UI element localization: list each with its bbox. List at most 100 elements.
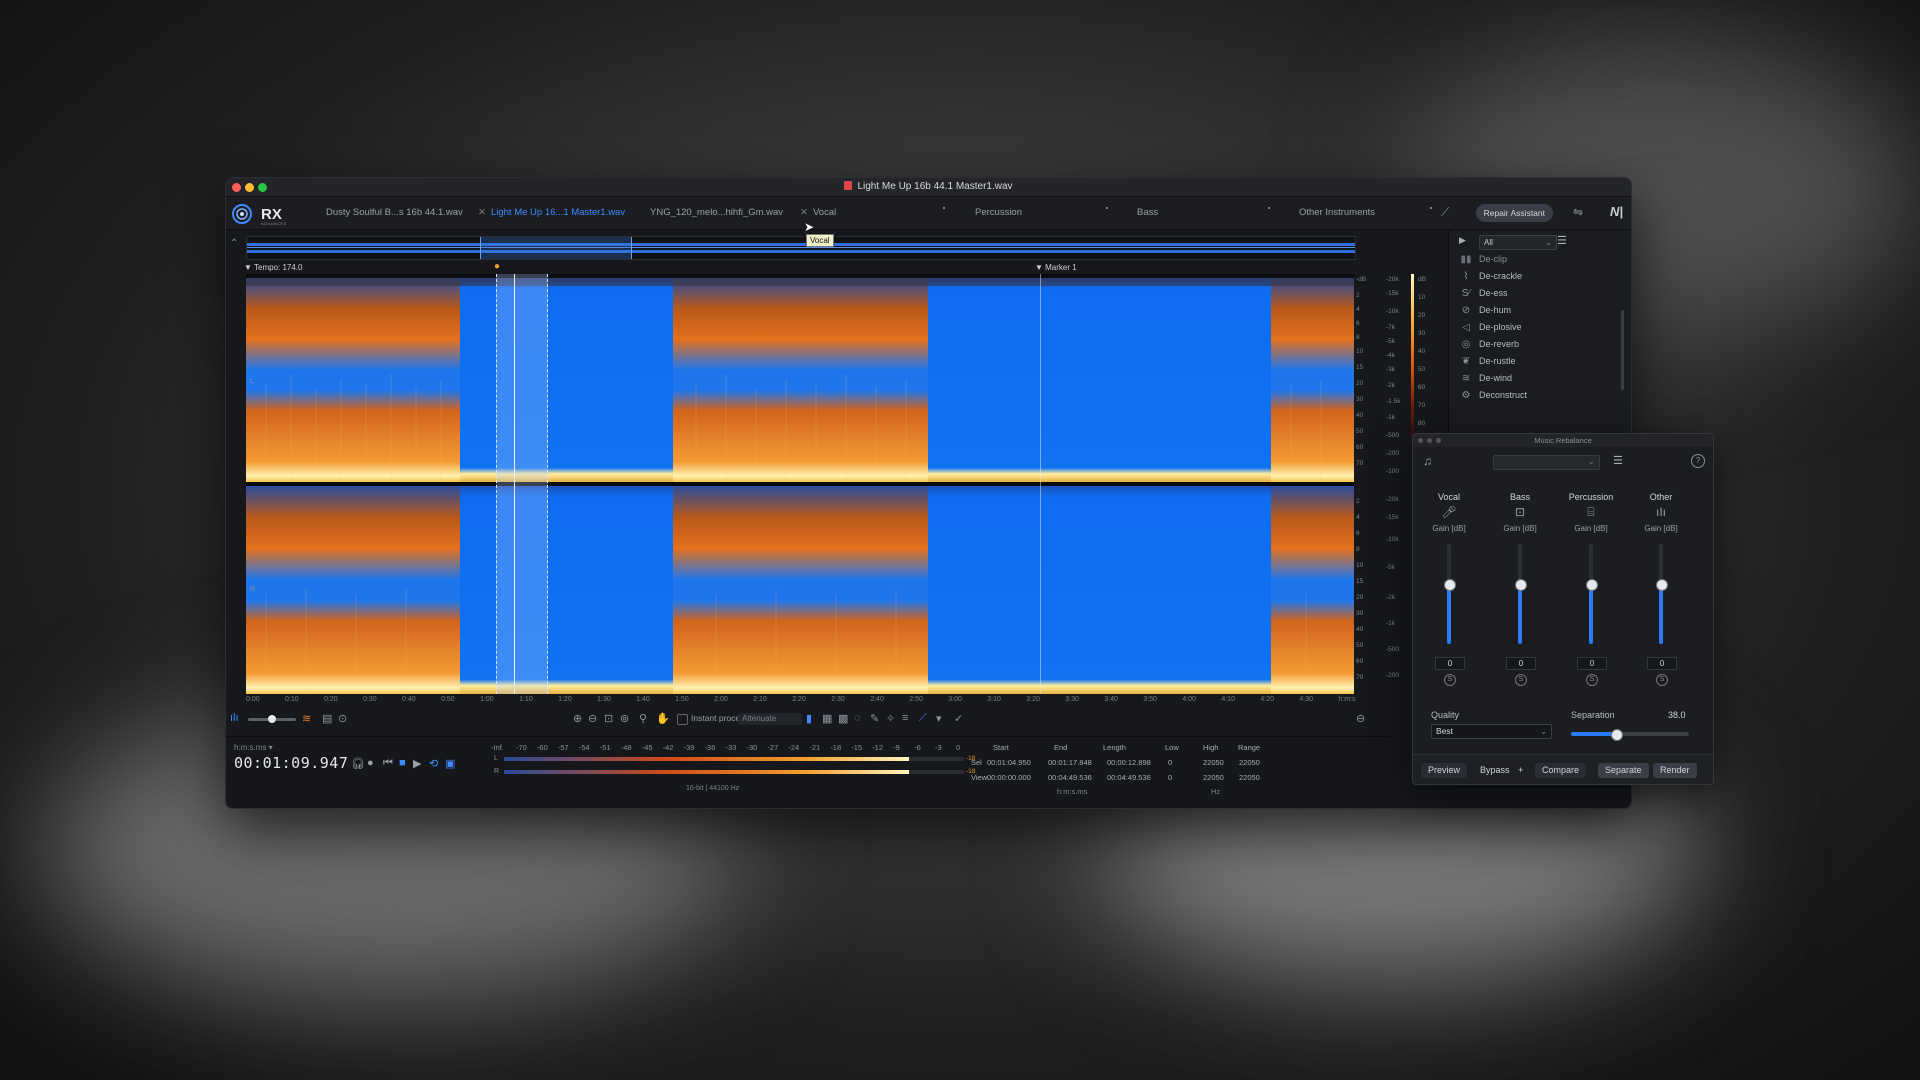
module-de-ess[interactable]: S⁄ De-ess xyxy=(1459,288,1508,299)
history-icon[interactable]: ⊙ xyxy=(338,712,347,725)
sel-high-field[interactable]: 22050 xyxy=(1203,758,1224,767)
collapse-overview-icon[interactable]: ⌃ xyxy=(230,238,238,249)
module-deconstruct[interactable]: ⚙ Deconstruct xyxy=(1459,390,1528,401)
percussion-gain-value[interactable]: 0 xyxy=(1577,657,1607,670)
zoom-selection-icon[interactable]: ⊡ xyxy=(604,712,613,725)
magic-wand-tool-icon[interactable]: ✧ xyxy=(886,712,895,725)
find-similar-tool-icon[interactable]: ⟋ xyxy=(919,712,927,725)
pencil-tool-icon[interactable]: ✓ xyxy=(954,712,963,725)
spectrogram-display[interactable]: L R xyxy=(246,274,1354,694)
sel-range-field[interactable]: 22050 xyxy=(1239,758,1260,767)
sel-end-field[interactable]: 00:01:17.848 xyxy=(1048,758,1092,767)
percussion-gain-fader[interactable] xyxy=(1586,544,1598,644)
selection-handle-icon[interactable]: ● xyxy=(494,261,500,272)
panel-zoom-button[interactable] xyxy=(1436,438,1441,443)
go-to-start-icon[interactable]: ⏮︎ xyxy=(383,757,393,770)
separation-slider[interactable] xyxy=(1571,729,1689,741)
zoom-reset-icon[interactable]: ⊖ xyxy=(1356,712,1365,725)
help-icon[interactable]: ? xyxy=(1691,454,1705,468)
instant-process-checkbox[interactable] xyxy=(677,714,688,725)
other-solo-icon[interactable]: S xyxy=(1656,674,1668,686)
module-list-scrollbar[interactable] xyxy=(1621,310,1624,390)
zoom-tool-icon[interactable]: ⚲ xyxy=(639,712,647,725)
marker-1[interactable]: ▼ Marker 1 xyxy=(1035,263,1077,272)
fader-knob[interactable] xyxy=(1515,579,1527,591)
module-menu-icon[interactable]: ☰ xyxy=(1557,234,1567,247)
tab-percussion[interactable]: Percussion xyxy=(975,207,1022,218)
time-selection[interactable] xyxy=(496,274,548,694)
brush-tool-icon[interactable]: ✎ xyxy=(870,712,879,725)
other-gain-fader[interactable] xyxy=(1656,544,1668,644)
quality-select[interactable]: Best ⌄ xyxy=(1431,724,1552,739)
frequency-selection-tool-icon[interactable]: ▦ xyxy=(822,712,832,725)
hand-tool-icon[interactable]: ✋ xyxy=(656,712,670,725)
fader-knob[interactable] xyxy=(1586,579,1598,591)
bass-gain-fader[interactable] xyxy=(1515,544,1527,644)
zoom-out-icon[interactable]: ⊖ xyxy=(588,712,597,725)
time-selection-tool-icon[interactable]: ▮ xyxy=(806,712,812,725)
vocal-gain-value[interactable]: 0 xyxy=(1435,657,1465,670)
view-high-field[interactable]: 22050 xyxy=(1203,773,1224,782)
view-blend-knob[interactable] xyxy=(268,715,276,723)
preset-select[interactable]: ⌄ xyxy=(1493,455,1600,470)
view-blend-slider[interactable] xyxy=(248,715,296,723)
compare-button[interactable]: Compare xyxy=(1535,763,1587,778)
preset-menu-icon[interactable]: ☰ xyxy=(1613,454,1623,467)
panel-close-button[interactable] xyxy=(1418,438,1423,443)
vocal-gain-fader[interactable] xyxy=(1444,544,1456,644)
play-selection-icon[interactable]: ▣ xyxy=(445,757,455,770)
signal-chain-icon[interactable]: ⇋ xyxy=(1573,205,1583,219)
loop-button-icon[interactable]: ⟲ xyxy=(429,757,438,770)
panel-minimize-button[interactable] xyxy=(1427,438,1432,443)
tab-yng-120[interactable]: YNG_120_melo...hihfi_Gm.wav xyxy=(650,207,783,218)
bypass-button[interactable]: Bypass xyxy=(1473,763,1517,778)
tab-dusty-soulful[interactable]: Dusty Soulful B...s 16b 44.1.wav xyxy=(326,207,463,218)
view-length-field[interactable]: 00:04:49.536 xyxy=(1107,773,1151,782)
harmonic-selection-tool-icon[interactable]: ≡ xyxy=(902,712,908,724)
module-filter-select[interactable]: All ⌄ xyxy=(1479,235,1557,250)
spectrogram-settings-icon[interactable]: ▤ xyxy=(322,712,332,725)
monitor-headphones-icon[interactable]: 🎧︎ xyxy=(351,757,365,770)
module-de-plosive[interactable]: ◁ De-plosive xyxy=(1459,322,1521,333)
add-to-chain-button[interactable]: + xyxy=(1515,763,1526,778)
render-button[interactable]: Render xyxy=(1653,763,1697,778)
tool-options-dropdown-icon[interactable]: ▾ xyxy=(936,712,942,725)
module-de-hum[interactable]: ⊘ De-hum xyxy=(1459,305,1511,316)
view-start-field[interactable]: 00:00:00.000 xyxy=(987,773,1031,782)
tab-vocal[interactable]: ✕ Vocal xyxy=(800,207,836,218)
zoom-all-icon[interactable]: ⊚ xyxy=(620,712,629,725)
playhead[interactable] xyxy=(514,274,515,694)
waveform-view-icon[interactable]: ılı xyxy=(230,712,239,724)
sel-length-field[interactable]: 00:00:12.898 xyxy=(1107,758,1151,767)
play-module-chain-icon[interactable]: ▶ xyxy=(1459,235,1466,246)
spectrogram-view-icon[interactable]: ≋ xyxy=(302,712,311,725)
module-de-reverb[interactable]: ◎ De-reverb xyxy=(1459,339,1519,350)
bass-solo-icon[interactable]: S xyxy=(1515,674,1527,686)
module-de-clip[interactable]: ▮▮ De-clip xyxy=(1459,254,1507,265)
percussion-solo-icon[interactable]: S xyxy=(1586,674,1598,686)
overview-view-region[interactable] xyxy=(480,237,632,259)
tempo-marker[interactable]: ▼ Tempo: 174.0 xyxy=(244,263,302,272)
instant-process-mode-select[interactable]: Attenuate xyxy=(738,713,802,725)
play-button-icon[interactable]: ▶ xyxy=(413,757,421,770)
fader-knob[interactable] xyxy=(1656,579,1668,591)
record-button-icon[interactable]: ● xyxy=(367,757,374,769)
module-de-rustle[interactable]: ❦ De-rustle xyxy=(1459,356,1516,367)
fader-knob[interactable] xyxy=(1444,579,1456,591)
time-ruler[interactable]: 0:00 0:10 0:20 0:30 0:40 0:50 1:00 1:10 1:20 1:30… xyxy=(246,696,1356,706)
tab-light-me-up[interactable]: ✕ Light Me Up 16...1 Master1.wav xyxy=(478,207,625,218)
separation-knob[interactable] xyxy=(1610,729,1623,741)
module-de-crackle[interactable]: ⌇ De-crackle xyxy=(1459,271,1522,282)
vocal-solo-icon[interactable]: S xyxy=(1444,674,1456,686)
view-range-field[interactable]: 22050 xyxy=(1239,773,1260,782)
lasso-tool-icon[interactable]: ◌ xyxy=(854,712,861,724)
time-format-select[interactable]: h:m:s.ms ▾ xyxy=(234,743,273,752)
view-end-field[interactable]: 00:04:49.536 xyxy=(1048,773,1092,782)
time-frequency-selection-tool-icon[interactable]: ▩ xyxy=(838,712,848,725)
separation-value[interactable]: 38.0 xyxy=(1668,710,1686,720)
view-low-field[interactable]: 0 xyxy=(1168,773,1172,782)
tab-other-instruments[interactable]: Other Instruments xyxy=(1299,207,1375,218)
repair-assistant-button[interactable]: Repair Assistant xyxy=(1475,204,1553,222)
link-icon[interactable]: ⟋ xyxy=(1441,205,1449,220)
module-de-wind[interactable]: ≋ De-wind xyxy=(1459,373,1512,384)
